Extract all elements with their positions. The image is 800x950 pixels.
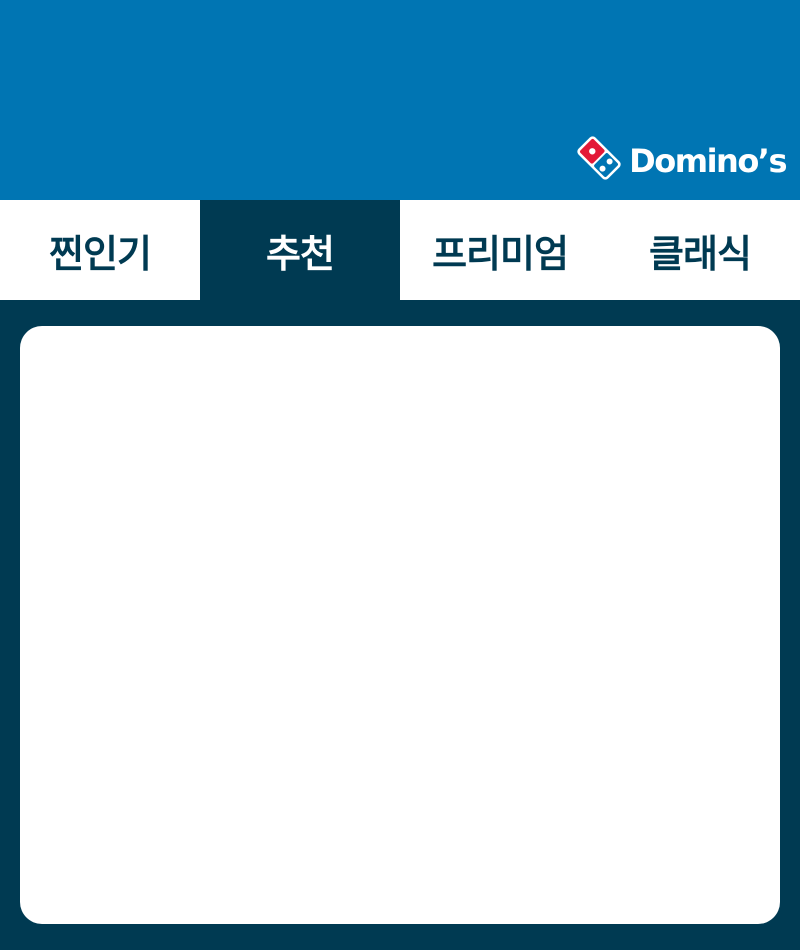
header-banner: Domino’s (0, 0, 800, 200)
tab-hot[interactable]: 찐인기 (0, 200, 200, 300)
domino-tile-icon (577, 136, 621, 180)
brand-name: Domino’s (629, 142, 787, 180)
dominos-logo[interactable]: Domino’s (575, 134, 787, 182)
tab-premium[interactable]: 프리미엄 (400, 200, 600, 300)
category-tabs: 찐인기 추천 프리미엄 클래식 (0, 200, 800, 300)
tab-classic[interactable]: 클래식 (600, 200, 800, 300)
tab-recommended[interactable]: 추천 (200, 200, 400, 300)
content-panel (20, 326, 780, 924)
